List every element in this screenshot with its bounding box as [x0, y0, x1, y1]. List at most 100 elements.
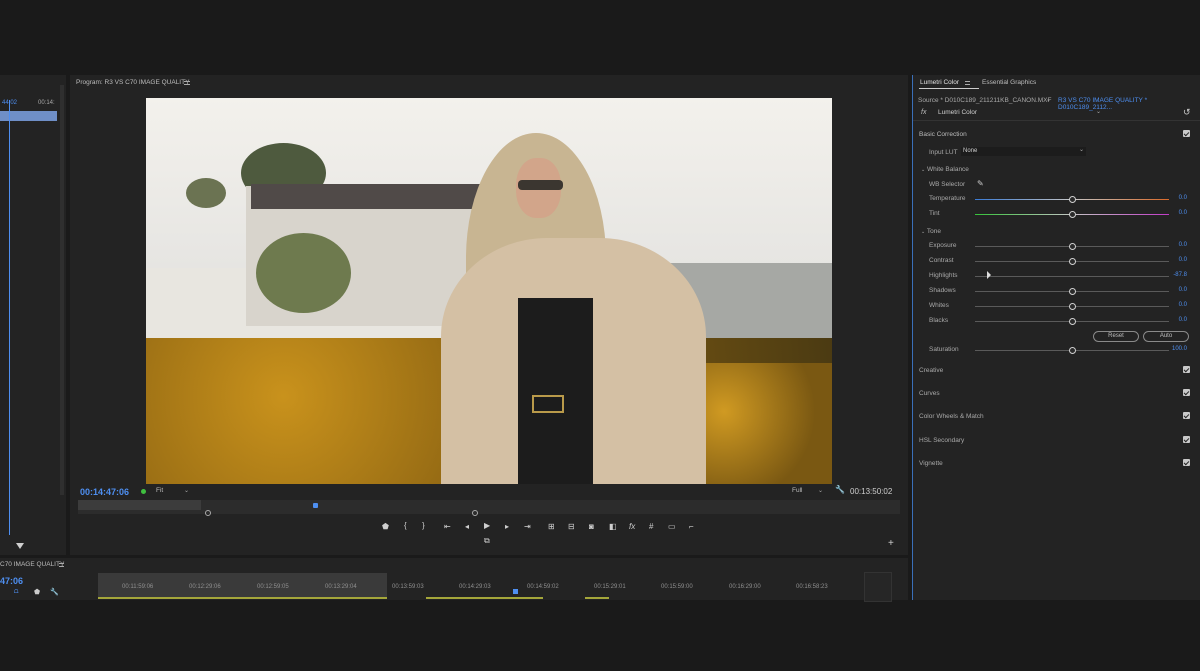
slider-saturation[interactable]	[975, 347, 1169, 354]
marker-icon[interactable]: ⬟	[34, 588, 40, 596]
color-wheels-checkbox[interactable]	[1183, 412, 1190, 419]
mark-out-icon[interactable]: }	[422, 522, 425, 530]
slider-contrast[interactable]	[975, 258, 1169, 265]
play-icon[interactable]: ▶	[484, 522, 490, 530]
chevron-down-icon: ⌄	[1079, 147, 1085, 153]
basic-correction-checkbox[interactable]	[1183, 130, 1190, 137]
lumetri-hamburger-icon[interactable]	[965, 81, 970, 85]
program-playhead[interactable]	[313, 503, 318, 508]
reset-button[interactable]: Reset	[1093, 331, 1139, 342]
lumetri-panel: Lumetri Color Essential Graphics Source …	[912, 75, 1200, 600]
multicam-icon[interactable]: ⧉	[484, 537, 490, 545]
slider-exposure[interactable]	[975, 243, 1169, 250]
slider-value-blacks[interactable]: 0.0	[1179, 317, 1187, 323]
timeline-wrench-icon[interactable]: 🔧	[50, 588, 59, 596]
slider-value-contrast[interactable]: 0.0	[1179, 257, 1187, 263]
snap-icon[interactable]: ⩍	[14, 588, 19, 596]
slider-tint[interactable]	[975, 211, 1169, 218]
basic-correction-header[interactable]: Basic Correction	[919, 131, 967, 138]
slider-value-highlights[interactable]: -87.8	[1173, 272, 1187, 278]
slider-highlights[interactable]	[975, 271, 1169, 279]
section-creative[interactable]: Creative	[919, 367, 943, 374]
left-scrollbar[interactable]	[60, 85, 64, 495]
left-playhead[interactable]	[9, 100, 10, 535]
input-lut-dropdown[interactable]: None ⌄	[961, 147, 1086, 156]
export-frame-icon[interactable]: ◙	[589, 523, 594, 531]
trim-icon[interactable]: ⌐	[689, 523, 694, 531]
tab-lumetri-color[interactable]: Lumetri Color	[920, 79, 959, 86]
slider-blacks[interactable]	[975, 318, 1169, 325]
white-balance-header[interactable]: ⌄ White Balance	[921, 166, 969, 173]
input-lut-label: Input LUT	[929, 149, 958, 156]
slider-value-temperature[interactable]: 0.0	[1179, 195, 1187, 201]
step-forward-icon[interactable]: ▸	[505, 523, 509, 531]
program-hamburger-icon[interactable]	[184, 81, 190, 85]
add-marker-icon[interactable]: ⬟	[382, 523, 389, 531]
slider-knob[interactable]	[1069, 258, 1076, 265]
lift-icon[interactable]: ⊞	[548, 523, 555, 531]
safe-margins-icon[interactable]: #	[649, 523, 653, 531]
slider-value-whites[interactable]: 0.0	[1179, 302, 1187, 308]
go-to-out-icon[interactable]: ⇥	[524, 523, 531, 531]
filter-icon[interactable]	[16, 543, 24, 549]
slider-knob[interactable]	[1069, 243, 1076, 250]
wrench-icon[interactable]: 🔧	[835, 486, 845, 494]
slider-knob[interactable]	[1069, 318, 1076, 325]
slider-knob[interactable]	[1069, 347, 1076, 354]
sequence-label[interactable]: R3 VS C70 IMAGE QUALITY * D010C189_2112.…	[1058, 97, 1200, 111]
program-title: Program: R3 VS C70 IMAGE QUALITY	[76, 79, 190, 86]
go-to-in-icon[interactable]: ⇤	[444, 523, 451, 531]
tone-header[interactable]: ⌄ Tone	[921, 228, 941, 235]
timeline-playhead[interactable]	[513, 589, 518, 594]
slider-value-saturation[interactable]: 100.0	[1172, 346, 1187, 352]
tab-essential-graphics[interactable]: Essential Graphics	[982, 79, 1036, 86]
auto-button[interactable]: Auto	[1143, 331, 1189, 342]
slider-knob[interactable]	[1069, 303, 1076, 310]
vr-video-icon[interactable]: ▭	[668, 523, 676, 531]
source-chevron-down-icon[interactable]: ⌄	[1046, 96, 1051, 103]
zoom-bar[interactable]	[78, 500, 900, 514]
effect-name[interactable]: Lumetri Color	[938, 109, 977, 116]
timeline-hamburger-icon[interactable]	[59, 563, 64, 567]
scrub-handle-left[interactable]	[205, 510, 211, 516]
vignette-checkbox[interactable]	[1183, 459, 1190, 466]
creative-checkbox[interactable]	[1183, 366, 1190, 373]
reset-icon[interactable]: ↺	[1183, 107, 1191, 118]
zoom-bar-shade	[78, 500, 201, 510]
source-label[interactable]: Source * D010C189_211211KB_CANON.MXF	[918, 97, 1051, 104]
mark-in-icon[interactable]: {	[404, 522, 407, 530]
slider-temperature[interactable]	[975, 196, 1169, 203]
slider-knob[interactable]	[1069, 196, 1076, 203]
slider-shadows[interactable]	[975, 288, 1169, 295]
section-curves[interactable]: Curves	[919, 390, 940, 397]
slider-value-tint[interactable]: 0.0	[1179, 210, 1187, 216]
fx-icon[interactable]: fx	[629, 523, 635, 531]
hsl-secondary-checkbox[interactable]	[1183, 436, 1190, 443]
palm-tree	[186, 178, 226, 208]
plus-icon[interactable]: +	[888, 539, 894, 549]
fit-dropdown[interactable]: Fit ⌄	[156, 487, 194, 497]
step-back-icon[interactable]: ◂	[465, 523, 469, 531]
section-color-wheels[interactable]: Color Wheels & Match	[919, 413, 984, 420]
slider-label-whites: Whites	[929, 302, 949, 309]
section-vignette[interactable]: Vignette	[919, 460, 943, 467]
eyedropper-icon[interactable]: ✎	[977, 179, 984, 188]
comparison-view-icon[interactable]: ◧	[609, 523, 617, 531]
scrub-handle-right[interactable]	[472, 510, 478, 516]
full-dropdown[interactable]: Full ⌄	[792, 487, 826, 497]
extract-icon[interactable]: ⊟	[568, 523, 575, 531]
section-hsl-secondary[interactable]: HSL Secondary	[919, 437, 964, 444]
slider-knob[interactable]	[1069, 211, 1076, 218]
timeline-tick-label: 00:14:59:02	[527, 584, 559, 590]
slider-value-shadows[interactable]: 0.0	[1179, 287, 1187, 293]
timeline-timecode[interactable]: 47:06	[0, 576, 23, 586]
fx-label: fx	[921, 109, 927, 116]
slider-label-contrast: Contrast	[929, 257, 954, 264]
slider-knob[interactable]	[1069, 288, 1076, 295]
effect-chevron-down-icon[interactable]: ⌄	[1096, 108, 1101, 115]
slider-value-exposure[interactable]: 0.0	[1179, 242, 1187, 248]
timeline-title[interactable]: C70 IMAGE QUALITY	[0, 561, 64, 568]
curves-checkbox[interactable]	[1183, 389, 1190, 396]
slider-whites[interactable]	[975, 303, 1169, 310]
program-timecode-left[interactable]: 00:14:47:06	[80, 487, 129, 497]
